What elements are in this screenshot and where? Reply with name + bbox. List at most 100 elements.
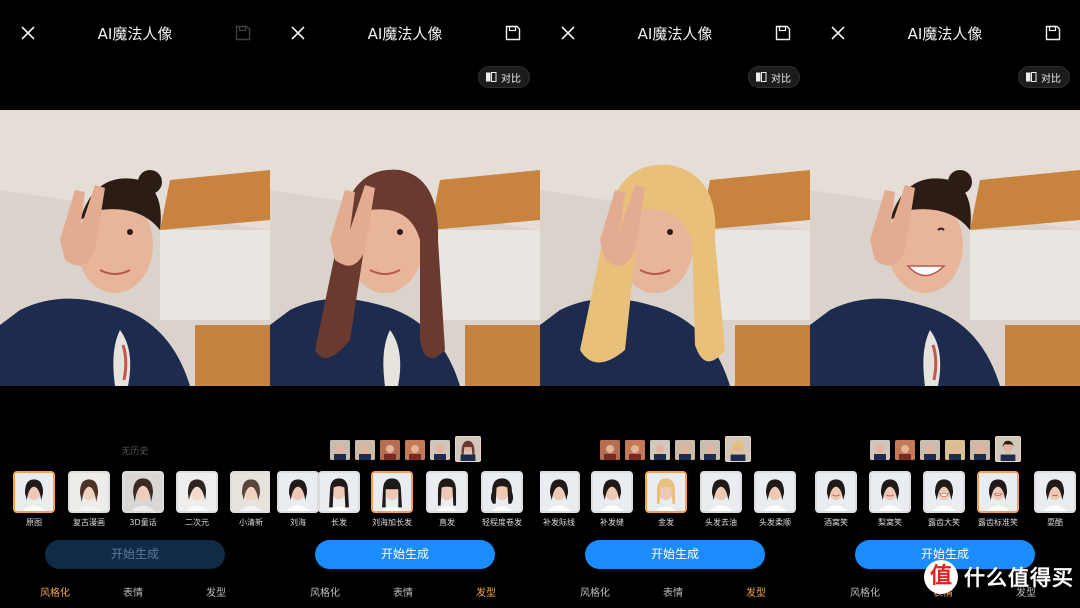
history-thumbnail[interactable] <box>944 440 965 460</box>
style-option[interactable]: 露齿标准笑 <box>973 471 1023 528</box>
style-thumbnail <box>923 471 965 513</box>
history-strip <box>810 436 1080 464</box>
style-option[interactable]: 轻程度卷发 <box>477 471 527 528</box>
save-button[interactable] <box>1044 24 1062 42</box>
compare-label: 对比 <box>1041 73 1061 85</box>
top-bar: AI魔法人像 <box>270 0 540 66</box>
style-thumbnail <box>122 471 164 513</box>
history-thumbnail[interactable] <box>404 440 425 460</box>
style-option[interactable]: 补发际线 <box>540 471 584 528</box>
style-option[interactable]: 酒窝笑 <box>811 471 861 528</box>
history-thumbnail[interactable] <box>329 440 350 460</box>
history-thumbnail[interactable] <box>599 440 620 460</box>
history-thumbnail-current[interactable] <box>724 436 751 462</box>
style-option[interactable]: 复古漫画 <box>64 471 114 528</box>
style-thumbnail <box>977 471 1019 513</box>
phone-screen-expression: AI魔法人像 对比 酒窝笑 梨窝笑 露齿大笑 露齿标准笑 耍酷 开始生成 风格化… <box>810 0 1080 608</box>
style-option[interactable]: 头发柔顺 <box>750 471 800 528</box>
style-option[interactable]: 直发 <box>422 471 472 528</box>
tab-stylize[interactable]: 风格化 <box>850 584 880 599</box>
close-button[interactable] <box>558 23 578 43</box>
tab-stylize[interactable]: 风格化 <box>310 584 340 599</box>
style-label: 直发 <box>439 518 455 527</box>
style-thumbnail <box>13 471 55 513</box>
style-option[interactable]: 金发 <box>641 471 691 528</box>
close-button[interactable] <box>828 23 848 43</box>
style-option[interactable]: 梨窝笑 <box>865 471 915 528</box>
start-generate-button[interactable]: 开始生成 <box>45 540 225 569</box>
style-thumbnail <box>540 471 580 513</box>
style-carousel: 原图 复古漫画 3D童话 二次元 小清新 <box>0 471 270 531</box>
start-generate-button[interactable]: 开始生成 <box>315 540 495 569</box>
tab-hairstyle[interactable]: 发型 <box>476 584 496 599</box>
hairstyle-carousel: 刘海 长发 刘海加长发 直发 轻程度卷发 <box>270 471 540 531</box>
history-thumbnail[interactable] <box>969 440 990 460</box>
style-option[interactable]: 刘海加长发 <box>367 471 417 528</box>
start-generate-button[interactable]: 开始生成 <box>585 540 765 569</box>
style-option[interactable]: 耍酷 <box>1030 471 1080 528</box>
tab-hairstyle[interactable]: 发型 <box>206 584 226 599</box>
save-icon <box>1045 25 1061 41</box>
style-option[interactable]: 3D童话 <box>118 471 168 528</box>
history-thumbnail-current[interactable] <box>454 436 481 462</box>
tab-stylize[interactable]: 风格化 <box>580 584 610 599</box>
close-button[interactable] <box>288 23 308 43</box>
style-thumbnail <box>815 471 857 513</box>
category-tabs: 风格化 表情 发型 <box>540 584 810 600</box>
style-thumbnail <box>869 471 911 513</box>
save-icon <box>505 25 521 41</box>
save-button[interactable] <box>234 24 252 42</box>
history-thumbnail[interactable] <box>699 440 720 460</box>
style-label: 补发际线 <box>543 518 575 527</box>
history-thumbnail[interactable] <box>429 440 450 460</box>
style-option[interactable]: 小清新 <box>226 471 270 528</box>
save-icon <box>235 25 251 41</box>
close-icon <box>291 26 305 40</box>
expression-carousel: 酒窝笑 梨窝笑 露齿大笑 露齿标准笑 耍酷 <box>810 471 1080 531</box>
history-thumbnail[interactable] <box>894 440 915 460</box>
tab-expression[interactable]: 表情 <box>393 584 413 599</box>
compare-button[interactable]: 对比 <box>748 66 800 88</box>
history-thumbnail[interactable] <box>379 440 400 460</box>
style-option[interactable]: 头发去油 <box>696 471 746 528</box>
tab-expression[interactable]: 表情 <box>663 584 683 599</box>
portrait-photo <box>810 110 1080 386</box>
style-label: 二次元 <box>185 518 209 527</box>
save-button[interactable] <box>504 24 522 42</box>
style-label: 长发 <box>331 518 347 527</box>
tab-expression[interactable]: 表情 <box>123 584 143 599</box>
style-option[interactable]: 长发 <box>314 471 364 528</box>
style-thumbnail <box>481 471 523 513</box>
tab-hairstyle[interactable]: 发型 <box>746 584 766 599</box>
style-label: 头发去油 <box>705 518 737 527</box>
history-thumbnail[interactable] <box>674 440 695 460</box>
top-bar: AI魔法人像 <box>810 0 1080 66</box>
style-option[interactable]: 原图 <box>9 471 59 528</box>
style-thumbnail <box>1034 471 1076 513</box>
close-icon <box>831 26 845 40</box>
compare-button[interactable]: 对比 <box>1018 66 1070 88</box>
history-thumbnail-current[interactable] <box>994 436 1021 462</box>
watermark-text: 什么值得买 <box>964 566 1074 590</box>
page-title: AI魔法人像 <box>97 25 173 43</box>
history-thumbnail[interactable] <box>869 440 890 460</box>
style-label: 原图 <box>26 518 42 527</box>
history-thumbnail[interactable] <box>919 440 940 460</box>
tab-stylize[interactable]: 风格化 <box>40 584 70 599</box>
compare-button[interactable]: 对比 <box>478 66 530 88</box>
history-thumbnail[interactable] <box>624 440 645 460</box>
portrait-photo <box>540 110 810 386</box>
save-button[interactable] <box>774 24 792 42</box>
history-thumbnail[interactable] <box>354 440 375 460</box>
style-label: 耍酷 <box>1047 518 1063 527</box>
style-option[interactable]: 二次元 <box>172 471 222 528</box>
style-option[interactable]: 露齿大笑 <box>919 471 969 528</box>
history-thumbnail[interactable] <box>649 440 670 460</box>
style-label: 金发 <box>658 518 674 527</box>
close-button[interactable] <box>18 23 38 43</box>
style-thumbnail <box>371 471 413 513</box>
style-thumbnail <box>426 471 468 513</box>
style-option[interactable]: 补发缝 <box>587 471 637 528</box>
compare-label: 对比 <box>501 73 521 85</box>
top-bar: AI魔法人像 <box>540 0 810 66</box>
